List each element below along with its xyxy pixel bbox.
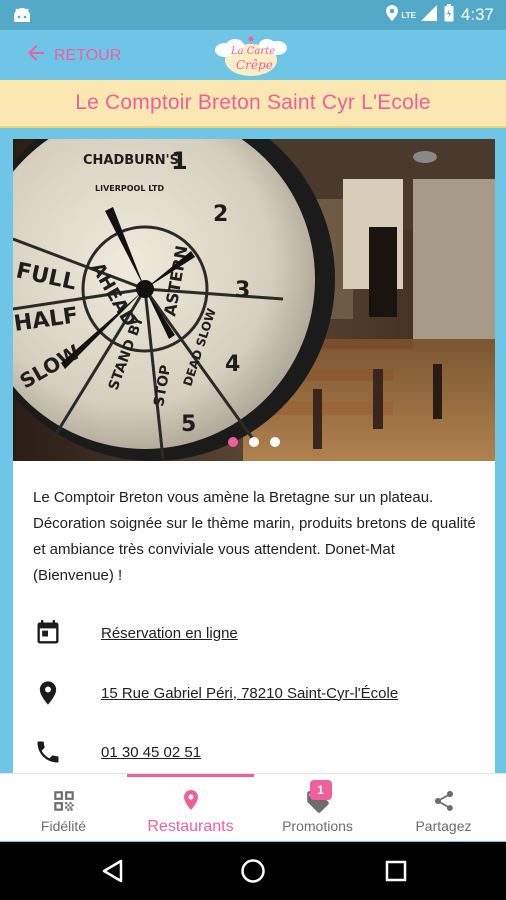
restaurant-description: Le Comptoir Breton vous amène la Bretagn… [33, 489, 476, 584]
back-button[interactable]: RETOUR [24, 41, 121, 70]
phone-row[interactable]: 01 30 45 02 51 [33, 737, 201, 767]
address-row[interactable]: 15 Rue Gabriel Péri, 78210 Saint-Cyr-l'É… [33, 678, 398, 708]
clock-brand: CHADBURN'S [83, 153, 179, 168]
bottom-navigation: Fidélité Restaurants 1 Promotions Partag… [0, 773, 506, 841]
status-bar: LTE 4:37 [0, 0, 506, 30]
tab-partagez[interactable]: Partagez [381, 774, 506, 842]
carousel-dot[interactable] [249, 437, 259, 447]
clock-number-3: 3 [235, 278, 250, 303]
tab-fidelite-label: Fidélité [40, 818, 87, 834]
tab-promotions-label: Promotions [282, 818, 353, 834]
tab-restaurants[interactable]: Restaurants [127, 774, 254, 842]
share-icon [432, 774, 456, 818]
clock-number-2: 2 [213, 202, 228, 227]
home-circle-icon[interactable] [240, 858, 266, 889]
restaurant-title: Le Comptoir Breton Saint Cyr L'Ecole [75, 91, 431, 114]
location-icon [386, 4, 399, 26]
reservation-row[interactable]: Réservation en ligne [33, 618, 238, 648]
tag-icon: 1 [288, 774, 348, 818]
clock-time: 4:37 [460, 5, 494, 24]
photo-carousel[interactable]: CHADBURN'S LIVERPOOL LTD 1 2 3 4 5 FULL … [13, 139, 495, 461]
phone-link[interactable]: 01 30 45 02 51 [101, 744, 201, 761]
title-bar: Le Comptoir Breton Saint Cyr L'Ecole [0, 80, 506, 128]
clock-number-4: 4 [225, 352, 240, 377]
back-triangle-icon[interactable] [100, 858, 126, 889]
phone-icon [33, 737, 63, 767]
logo-text-line2: Crêpe [236, 58, 273, 72]
clock-maker: LIVERPOOL LTD [95, 184, 164, 193]
system-navigation-bar [0, 842, 506, 900]
back-label: RETOUR [54, 46, 122, 64]
tab-restaurants-label: Restaurants [147, 818, 234, 835]
tab-partagez-label: Partagez [415, 818, 472, 834]
carousel-dots [13, 437, 495, 447]
signal-icon [420, 4, 437, 26]
app-logo: La Carte Crêpe [209, 34, 293, 78]
logo-text-line1: La Carte [231, 46, 276, 57]
promotions-badge: 1 [309, 780, 332, 800]
calendar-icon [33, 618, 63, 648]
arrow-left-icon [24, 41, 48, 70]
clock-number-5: 5 [181, 412, 196, 437]
qr-code-icon [51, 774, 77, 818]
tab-fidelite[interactable]: Fidélité [0, 774, 127, 842]
map-pin-icon [179, 774, 203, 818]
carousel-dot[interactable] [270, 437, 280, 447]
network-type: LTE [401, 10, 416, 20]
recents-square-icon[interactable] [383, 858, 409, 889]
address-link[interactable]: 15 Rue Gabriel Péri, 78210 Saint-Cyr-l'É… [101, 685, 398, 702]
carousel-dot[interactable] [228, 437, 238, 447]
battery-icon [444, 3, 454, 27]
restaurant-photo: CHADBURN'S LIVERPOOL LTD 1 2 3 4 5 FULL … [13, 139, 495, 461]
map-pin-icon [33, 678, 63, 708]
clock-number-1: 1 [171, 147, 188, 175]
android-icon [12, 7, 32, 28]
tab-promotions[interactable]: 1 Promotions [254, 774, 381, 842]
reservation-link[interactable]: Réservation en ligne [101, 625, 238, 642]
restaurant-card: CHADBURN'S LIVERPOOL LTD 1 2 3 4 5 FULL … [13, 139, 495, 779]
app-bar: RETOUR La Carte Crêpe [0, 30, 506, 80]
